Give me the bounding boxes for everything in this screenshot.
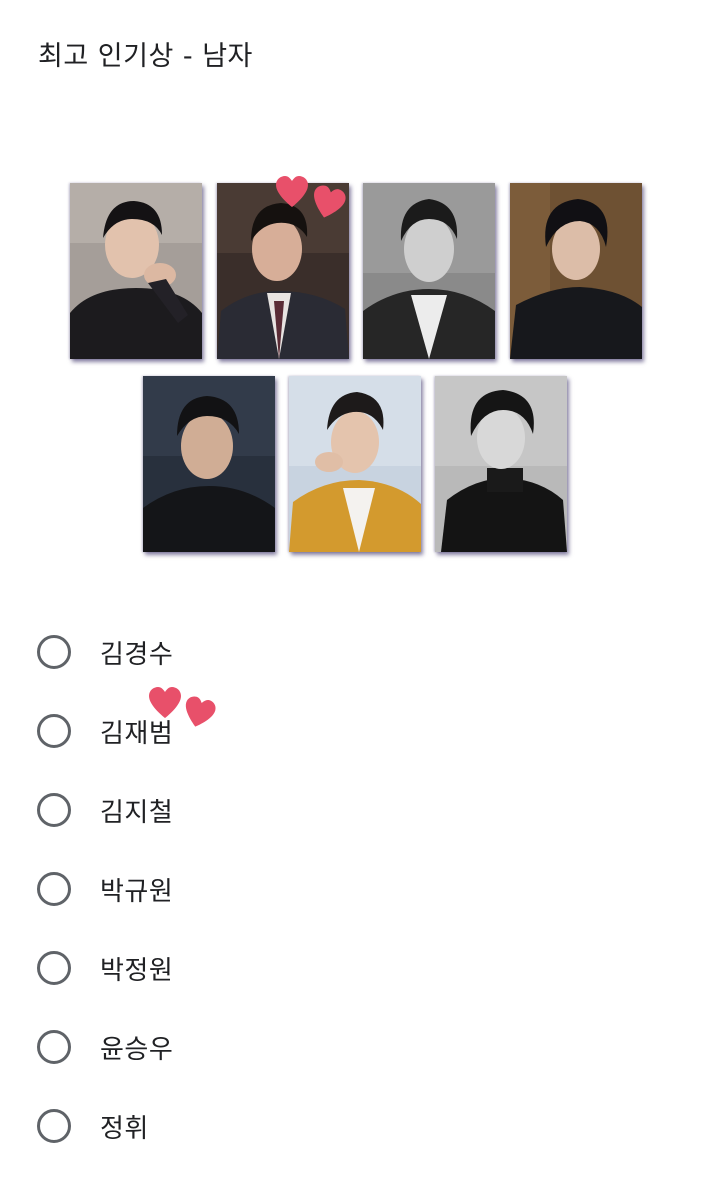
radio-button[interactable] [37, 951, 71, 985]
actor-photo-6 [289, 376, 421, 552]
option-label: 박규원 [100, 876, 174, 907]
radio-button[interactable] [37, 1109, 71, 1143]
option-label: 윤승우 [100, 1034, 174, 1065]
heart-icon [185, 696, 216, 727]
radio-button[interactable] [37, 714, 71, 748]
actor-photo-7 [435, 376, 567, 552]
actor-photo-3-image [363, 183, 495, 359]
radio-button[interactable] [37, 1030, 71, 1064]
option-label: 박정원 [100, 955, 174, 986]
actor-photo-5 [143, 376, 275, 552]
actor-photo-1 [70, 183, 202, 359]
actor-photo-7-image [435, 376, 567, 552]
option-6[interactable]: 윤승우 [37, 1025, 173, 1069]
actor-photo-4 [510, 183, 642, 359]
option-7[interactable]: 정휘 [37, 1104, 149, 1148]
question-title: 최고 인기상 - 남자 [38, 41, 253, 72]
actor-photo-2-image [217, 183, 349, 359]
radio-button[interactable] [37, 635, 71, 669]
option-5[interactable]: 박정원 [37, 946, 173, 990]
actor-photo-3 [363, 183, 495, 359]
option-label: 김지철 [100, 797, 174, 828]
option-1[interactable]: 김경수 [37, 630, 173, 674]
actor-photo-4-image [510, 183, 642, 359]
actor-photo-5-image [143, 376, 275, 552]
option-label: 김재범 [100, 718, 174, 749]
actor-photo-6-image [289, 376, 421, 552]
actor-photo-1-image [70, 183, 202, 359]
option-2[interactable]: 김재범 [37, 709, 173, 753]
actor-photo-2 [217, 183, 349, 359]
radio-button[interactable] [37, 872, 71, 906]
radio-button[interactable] [37, 793, 71, 827]
option-label: 정휘 [100, 1113, 149, 1144]
option-4[interactable]: 박규원 [37, 867, 173, 911]
option-3[interactable]: 김지철 [37, 788, 173, 832]
option-label: 김경수 [100, 639, 174, 670]
